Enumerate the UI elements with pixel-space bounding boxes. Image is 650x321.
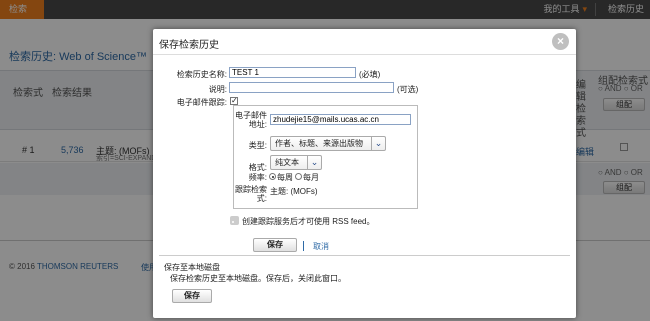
email-address-input[interactable]: zhudejie15@mails.ucas.ac.cn	[270, 114, 411, 125]
frequency-monthly-radio[interactable]	[295, 173, 302, 180]
rss-notice: 创建跟踪服务后才可使用 RSS feed。	[230, 216, 374, 227]
tracking-query-label-2: 式:	[256, 194, 267, 203]
section-divider	[159, 255, 570, 256]
frequency-weekly-radio[interactable]	[269, 173, 276, 180]
rss-notice-text: 创建跟踪服务后才可使用 RSS feed。	[242, 217, 375, 226]
description-input[interactable]	[229, 82, 394, 93]
email-alert-label: 电子邮件跟踪:	[176, 98, 227, 107]
chevron-down-icon: ⌄	[307, 156, 321, 169]
button-divider	[303, 241, 304, 251]
history-name-label: 检索历史名称:	[176, 70, 227, 79]
cancel-link[interactable]: 取消	[313, 241, 329, 252]
frequency-monthly-label: 每月	[303, 173, 319, 182]
format-select-value: 纯文本	[275, 158, 299, 167]
description-label: 说明:	[208, 85, 227, 94]
rss-icon	[230, 216, 239, 225]
optional-hint: (可选)	[397, 85, 419, 94]
frequency-label: 频率:	[248, 173, 267, 182]
save-to-local-button[interactable]: 保存	[172, 289, 212, 303]
type-select-value: 作者、标题、来源出版物	[275, 139, 363, 148]
email-alert-panel: 电子邮件 地址: zhudejie15@mails.ucas.ac.cn 类型:…	[233, 105, 418, 209]
dialog-header: 保存检索历史 ×	[153, 29, 576, 55]
required-hint: (必填)	[359, 70, 381, 79]
format-select[interactable]: 纯文本 ⌄	[270, 155, 322, 170]
save-history-dialog: 保存检索历史 × 检索历史名称: TEST 1 (必填) 说明: (可选) 电子…	[153, 29, 576, 318]
tracking-query-value: 主题: (MOFs)	[270, 187, 318, 196]
type-label: 类型:	[248, 141, 267, 150]
email-alert-checkbox[interactable]: ✓	[230, 97, 238, 105]
type-select[interactable]: 作者、标题、来源出版物 ⌄	[270, 136, 386, 151]
close-icon[interactable]: ×	[552, 33, 569, 50]
email-address-label-2: 地址:	[248, 120, 267, 129]
chevron-down-icon: ⌄	[371, 137, 385, 150]
dialog-title: 保存检索历史	[159, 40, 219, 51]
frequency-weekly-label: 每周	[277, 173, 293, 182]
save-to-local-description: 保存检索历史至本地磁盘。保存后，关闭此窗口。	[170, 274, 346, 283]
history-name-input[interactable]: TEST 1	[229, 67, 356, 78]
save-button[interactable]: 保存	[253, 238, 297, 252]
save-to-local-title: 保存至本地磁盘	[164, 263, 220, 272]
